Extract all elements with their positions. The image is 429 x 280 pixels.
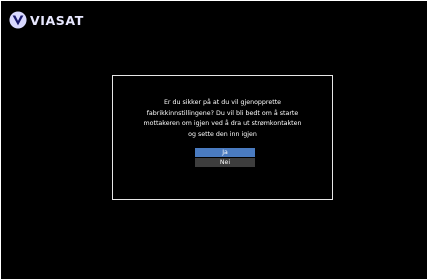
- dialog-message-line: fabrikkinnstillingene? Du vil bli bedt o…: [146, 109, 299, 117]
- yes-button[interactable]: Ja: [195, 148, 255, 157]
- viasat-logo-icon: [9, 11, 27, 29]
- factory-reset-dialog: Er du sikker på at du vil gjenopprette f…: [112, 75, 333, 200]
- tv-screen: VIASAT Er du sikker på at du vil gjenopp…: [1, 1, 427, 279]
- brand-logo: VIASAT: [9, 10, 84, 30]
- dialog-message-line: Er du sikker på at du vil gjenopprette: [163, 99, 282, 106]
- dialog-message-line: mottakeren om igjen ved å dra ut strømko…: [143, 120, 302, 127]
- dialog-message: Er du sikker på at du vil gjenopprette f…: [113, 98, 332, 140]
- dialog-message-line: og sette den inn igjen: [188, 130, 257, 138]
- brand-name: VIASAT: [30, 12, 84, 28]
- no-button[interactable]: Nei: [195, 158, 255, 167]
